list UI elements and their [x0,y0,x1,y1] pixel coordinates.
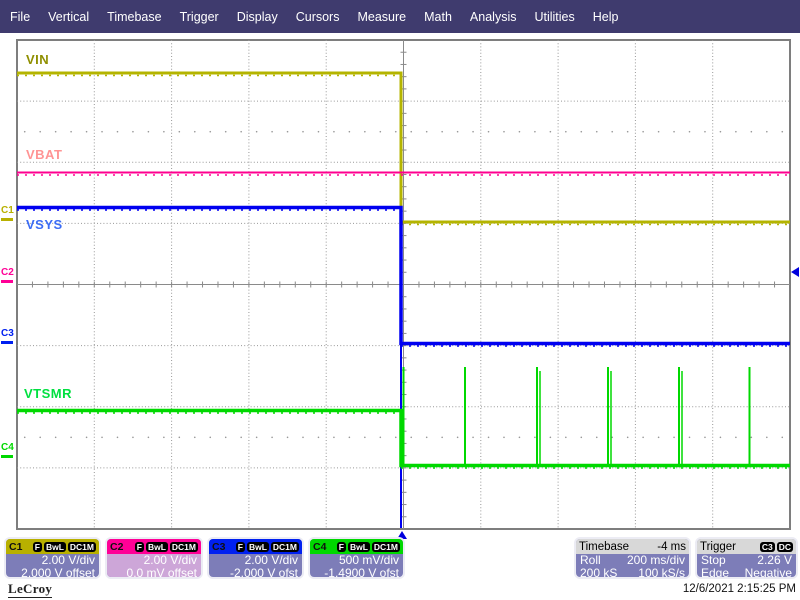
channel-descriptor-c4[interactable]: C4 F BwL DC1M 500 mV/div -1.4900 V ofst [308,537,405,579]
filter-badge: F [135,542,144,552]
datetime-label: 12/6/2021 2:15:25 PM [683,583,796,595]
coupling-badge: DC1M [68,542,96,552]
channel-descriptor-c2-body: 2.00 V/div 0.0 mV offset [107,554,201,579]
channel-marker-c2[interactable]: C2 [1,268,16,283]
trace-label-vin: VIN [26,52,49,67]
sample-rate: 100 kS/s [638,567,685,579]
status-bar: LeCroy 12/6/2021 2:15:25 PM [0,580,800,600]
timebase-header: Timebase -4 ms [576,539,689,554]
waveform-display [0,33,800,530]
channel-descriptor-c3-header: C3 F BwL DC1M [209,539,302,554]
channel-marker-c3[interactable]: C3 [1,329,16,344]
channel-badges: F BwL DC1M [236,542,299,552]
channel-descriptor-c1-body: 2.00 V/div 2.000 V offset [6,554,99,579]
channel-badges: F BwL DC1M [33,542,96,552]
trigger-title: Trigger [700,541,736,553]
channel-descriptor-c1[interactable]: C1 F BwL DC1M 2.00 V/div 2.000 V offset [4,537,101,579]
channel-marker-c1[interactable]: C1 [1,206,16,221]
menu-item-display[interactable]: Display [228,10,287,24]
offset-value: -1.4900 V ofst [314,567,399,579]
channel-badges: F BwL DC1M [337,542,400,552]
trigger-header: Trigger C3 DC [697,539,796,554]
menu-item-cursors[interactable]: Cursors [287,10,349,24]
timebase-title: Timebase [579,541,629,553]
timebase-body: Roll 200 ms/div 200 kS 100 kS/s [576,554,689,579]
lecroy-logo: LeCroy [8,581,52,598]
channel-descriptor-c3-body: 2.00 V/div -2.000 V ofst [209,554,302,579]
trigger-slope: Negative [745,567,792,579]
channel-descriptor-c2[interactable]: C2 F BwL DC1M 2.00 V/div 0.0 mV offset [105,537,203,579]
channel-id: C1 [9,541,22,553]
channel-marker-c4-bar [1,455,13,458]
trigger-source-badge: C3 [760,542,775,552]
channel-marker-c1-label: C1 [1,206,16,216]
menu-item-utilities[interactable]: Utilities [525,10,583,24]
trigger-level-marker-icon[interactable] [791,267,799,277]
trace-label-vtsmr: VTSMR [24,386,72,401]
filter-badge: F [337,542,346,552]
channel-descriptor-c2-header: C2 F BwL DC1M [107,539,201,554]
menu-item-file[interactable]: File [1,10,39,24]
offset-value: 0.0 mV offset [111,567,197,579]
trigger-badges: C3 DC [760,542,793,552]
timebase-box[interactable]: Timebase -4 ms Roll 200 ms/div 200 kS 10… [574,537,691,579]
offset-value: 2.000 V offset [10,567,95,579]
coupling-badge: DC1M [372,542,400,552]
trigger-body: Stop 2.26 V Edge Negative [697,554,796,579]
trace-label-vbat: VBAT [26,147,62,162]
menu-item-trigger[interactable]: Trigger [171,10,228,24]
bandwidth-limit-badge: BwL [146,542,168,552]
filter-badge: F [33,542,42,552]
menu-item-timebase[interactable]: Timebase [98,10,170,24]
menu-item-measure[interactable]: Measure [348,10,415,24]
timebase-delay: -4 ms [657,541,686,553]
offset-value: -2.000 V ofst [213,567,298,579]
oscilloscope-window: File Vertical Timebase Trigger Display C… [0,0,800,600]
menu-item-vertical[interactable]: Vertical [39,10,98,24]
bandwidth-limit-badge: BwL [247,542,269,552]
channel-id: C2 [110,541,123,553]
trigger-type: Edge [701,567,729,579]
menu-item-help[interactable]: Help [584,10,628,24]
channel-descriptor-c3[interactable]: C3 F BwL DC1M 2.00 V/div -2.000 V ofst [207,537,304,579]
channel-id: C4 [313,541,326,553]
channel-marker-c3-bar [1,341,13,344]
channel-marker-c4-label: C4 [1,443,16,453]
channel-descriptor-c1-header: C1 F BwL DC1M [6,539,99,554]
menu-item-math[interactable]: Math [415,10,461,24]
coupling-badge: DC1M [170,542,198,552]
channel-marker-c1-bar [1,218,13,221]
channel-marker-c2-bar [1,280,13,283]
trace-label-vsys: VSYS [26,217,63,232]
channel-badges: F BwL DC1M [135,542,198,552]
trigger-coupling-badge: DC [777,542,793,552]
menu-bar: File Vertical Timebase Trigger Display C… [0,0,800,33]
trigger-box[interactable]: Trigger C3 DC Stop 2.26 V Edge Negative [695,537,798,579]
channel-marker-c3-label: C3 [1,329,16,339]
coupling-badge: DC1M [271,542,299,552]
channel-id: C3 [212,541,225,553]
sample-count: 200 kS [580,567,617,579]
channel-descriptor-c4-body: 500 mV/div -1.4900 V ofst [310,554,403,579]
channel-marker-c2-label: C2 [1,268,16,278]
channel-marker-c4[interactable]: C4 [1,443,16,458]
menu-item-analysis[interactable]: Analysis [461,10,526,24]
filter-badge: F [236,542,245,552]
channel-descriptor-c4-header: C4 F BwL DC1M [310,539,403,554]
bandwidth-limit-badge: BwL [348,542,370,552]
bandwidth-limit-badge: BwL [44,542,66,552]
